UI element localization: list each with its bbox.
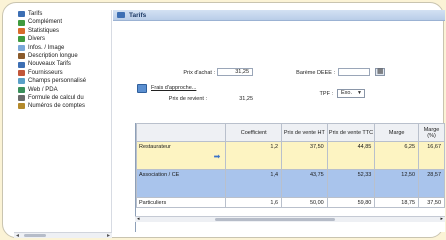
bareme-deee-label: Barème DEEE : (296, 70, 335, 76)
table-cell[interactable]: 1,6 (225, 197, 283, 208)
calculator-icon[interactable] (137, 84, 147, 93)
row-label: Association / CE (139, 172, 180, 178)
sidebar-item-label: Fournisseurs (28, 69, 63, 76)
tarifs-panel: Tarifs Prix d'achat : 31,25 Frais d'appr… (113, 10, 445, 232)
row-label: Particuliers (139, 200, 167, 206)
sidebar-tree: Tarifs Complément Statistiques Divers Infos.… (14, 10, 112, 232)
grid-icon (117, 12, 125, 18)
sidebar-item[interactable]: Champs personnalisé (14, 77, 111, 85)
grid-icon (18, 11, 25, 18)
grid-icon (18, 61, 25, 68)
prix-revient-label: Prix de revient : (168, 96, 207, 102)
price-table: Coefficient Prix de vente HT Prix de vente… (136, 123, 445, 208)
sidebar-item[interactable]: Tarifs (14, 10, 111, 18)
scroll-thumb[interactable] (215, 218, 335, 221)
table-cell[interactable]: 12,50 (374, 169, 420, 198)
panel-titlebar: Tarifs (113, 10, 445, 21)
sidebar-item-label: Infos. / Image (28, 44, 65, 51)
table-cell[interactable]: 16,67 (418, 141, 445, 170)
table-cell[interactable]: 52,33 (326, 169, 376, 198)
column-header[interactable]: Prix de vente TTC (326, 123, 376, 142)
document-icon (18, 53, 25, 60)
scroll-thumb[interactable] (24, 234, 46, 237)
row-label-cell[interactable]: Particuliers (136, 197, 227, 208)
sidebar-item[interactable]: Infos. / Image (14, 44, 111, 52)
green-gear-icon (18, 19, 25, 26)
sidebar-item-label: Formule de calcul du (28, 94, 84, 101)
table-row[interactable]: Restaurateur ➡ 1,2 37,50 44,85 6,25 16,67 (136, 141, 445, 170)
sidebar-item-label: Nouveaux Tarifs (28, 61, 71, 68)
chevron-down-icon: ▼ (357, 90, 362, 96)
sidebar-item[interactable]: Divers (14, 35, 111, 43)
fields-icon (18, 78, 25, 85)
table-cell[interactable]: 59,80 (326, 197, 376, 208)
column-header[interactable]: Coefficient (225, 123, 283, 142)
table-cell[interactable]: 43,75 (281, 169, 328, 198)
row-label: Restaurateur (139, 144, 171, 150)
sidebar-scrollbar[interactable]: ◂ ▸ (14, 232, 112, 239)
column-header[interactable]: Marge (%) (418, 123, 445, 142)
globe-icon (18, 86, 25, 93)
scroll-left-icon[interactable]: ◂ (16, 232, 19, 239)
table-cell[interactable]: 50,00 (281, 197, 328, 208)
key-icon (18, 103, 25, 110)
sidebar-item-label: Statistiques (28, 27, 60, 34)
sidebar-item[interactable]: Web / PDA (14, 86, 111, 94)
sidebar-item[interactable]: Description longue (14, 52, 111, 60)
tpf-select[interactable]: Exo. ▼ (337, 89, 365, 98)
prix-revient-value: 31,25 (239, 96, 253, 102)
sidebar-item[interactable]: Fournisseurs (14, 69, 111, 77)
table-cell[interactable]: 37,50 (281, 141, 328, 170)
scroll-right-icon[interactable]: ▸ (440, 216, 443, 222)
table-cell[interactable]: 18,75 (374, 197, 420, 208)
table-cell[interactable]: 1,4 (225, 169, 283, 198)
sidebar-item[interactable]: Statistiques (14, 27, 111, 35)
scroll-left-icon[interactable]: ◂ (137, 216, 140, 222)
green-gear-icon (18, 36, 25, 43)
panel-title: Tarifs (129, 11, 147, 19)
column-header[interactable]: Prix de vente HT (281, 123, 328, 142)
bareme-deee-field[interactable] (338, 68, 370, 76)
formula-icon (18, 95, 25, 102)
row-label-cell[interactable]: Association / CE (136, 169, 227, 198)
sidebar-item[interactable]: Numéros de comptes (14, 102, 111, 110)
scroll-right-icon[interactable]: ▸ (107, 232, 110, 239)
row-label-cell[interactable]: Restaurateur ➡ (136, 141, 227, 170)
sidebar-item-label: Numéros de comptes (28, 103, 86, 110)
chart-icon (18, 27, 25, 34)
frais-approche-link[interactable]: Frais d'approche... (151, 85, 196, 91)
grid-horizontal-scrollbar[interactable]: ◂ ▸ (135, 216, 445, 222)
image-icon (18, 44, 25, 51)
sidebar-item[interactable]: Complément (14, 18, 111, 26)
sidebar-item[interactable]: Nouveaux Tarifs (14, 60, 111, 68)
sidebar-item-label: Champs personnalisé (28, 78, 87, 85)
table-cell[interactable]: 44,85 (326, 141, 376, 170)
tpf-label: TPF : (319, 91, 333, 97)
table-cell[interactable]: 1,2 (225, 141, 283, 170)
tpf-value: Exo. (341, 90, 353, 96)
sidebar-item-label: Web / PDA (28, 86, 58, 93)
bareme-lookup-button[interactable] (375, 67, 385, 76)
table-row[interactable]: Particuliers 1,6 50,00 59,80 18,75 37,50 (136, 197, 445, 208)
table-row[interactable]: Association / CE 1,4 43,75 52,33 12,50 28,57 (136, 169, 445, 198)
table-cell[interactable]: 37,50 (418, 197, 445, 208)
table-cell[interactable]: 6,25 (374, 141, 420, 170)
table-cell[interactable]: 28,57 (418, 169, 445, 198)
sidebar-item-label: Tarifs (28, 11, 43, 17)
arrow-right-icon[interactable]: ➡ (214, 152, 221, 161)
users-icon (18, 69, 25, 76)
column-header[interactable] (136, 123, 227, 142)
column-header[interactable]: Marge (374, 123, 420, 142)
prix-achat-field[interactable]: 31,25 (217, 68, 253, 76)
prix-achat-label: Prix d'achat : (183, 70, 215, 76)
sidebar-item-label: Complément (28, 19, 63, 26)
sidebar-item[interactable]: Formule de calcul du (14, 94, 111, 102)
sidebar-item-label: Description longue (28, 52, 78, 59)
sidebar-item-label: Divers (28, 36, 46, 43)
